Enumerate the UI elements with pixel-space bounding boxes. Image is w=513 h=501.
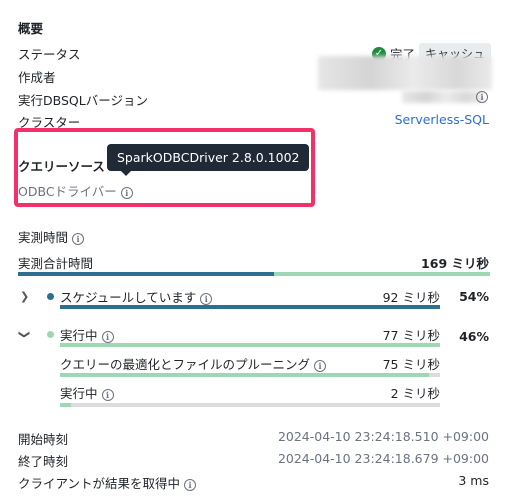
measured-time-heading: 実測時間 i [18,227,85,246]
info-icon[interactable]: i [101,330,114,343]
chevron-right-icon[interactable]: ❯ [20,290,29,303]
measured-time-label: 実測時間 [18,230,69,245]
executing-label: 実行中 [60,386,98,401]
total-time-value: 169 ミリ秒 [421,256,489,271]
running-label: 実行中 [60,328,98,343]
total-bar-scheduling [18,272,274,276]
section-title-overview: 概要 [18,21,44,36]
running-percent: 46% [459,329,489,344]
info-icon[interactable]: i [101,388,114,401]
total-bar-running [274,272,490,276]
scheduling-row: スケジュールしています i [60,287,213,306]
author-label: 作成者 [18,70,56,85]
status-label: ステータス [18,47,81,62]
chevron-down-icon[interactable]: ❯ [18,330,31,339]
scheduling-dot [47,293,54,300]
optimization-bar-track [60,373,440,377]
optimization-label: クエリーの最適化とファイルのプルーニング [60,357,311,372]
end-time-label: 終了時刻 [18,454,69,469]
running-value: 77 ミリ秒 [382,328,440,343]
running-dot [47,331,54,338]
info-icon[interactable]: i [120,186,133,199]
query-source-label: クエリーソース [18,159,105,174]
optimization-bar-fill [60,373,429,377]
client-fetch-label: クライアントが結果を取得中 [18,476,181,491]
client-fetch-value: 3 ms [458,473,489,488]
scheduling-bar-track [60,305,440,309]
info-icon[interactable]: i [200,292,213,305]
executing-bar-fill [60,403,72,407]
tooltip-arrow [120,170,132,176]
redacted-version [402,91,482,103]
optimization-row: クエリーの最適化とファイルのプルーニング i [60,354,327,373]
running-bar-track [60,343,440,347]
running-bar-fill [60,343,440,347]
dbsql-version-label: 実行DBSQLバージョン [18,93,148,108]
info-icon[interactable]: i [314,359,327,372]
start-time-label: 開始時刻 [18,432,69,447]
redacted-author [318,56,492,90]
scheduling-value: 92 ミリ秒 [382,290,440,305]
executing-row: 実行中 i [60,383,114,402]
scheduling-bar-fill [60,305,440,309]
scheduling-label: スケジュールしています [60,290,197,305]
end-time-value: 2024-04-10 23:24:18.679 +09:00 [277,451,489,466]
client-fetch-row: クライアントが結果を取得中 i [18,473,197,492]
odbc-driver-label: ODBCドライバー [18,184,117,199]
executing-bar-track [60,403,440,407]
cluster-link[interactable]: Serverless-SQL [395,112,489,127]
scheduling-percent: 54% [459,289,489,304]
info-icon[interactable]: i [72,232,85,245]
info-icon[interactable]: i [184,478,197,491]
total-time-label: 実測合計時間 [18,256,94,271]
info-icon[interactable]: i [476,91,488,103]
driver-tooltip: SparkODBCDriver 2.8.0.1002 [107,144,310,171]
running-row: 実行中 i [60,325,114,344]
start-time-value: 2024-04-10 23:24:18.510 +09:00 [277,429,489,444]
executing-value: 2 ミリ秒 [390,386,440,401]
odbc-driver-row: ODBCドライバー i [18,181,133,200]
optimization-value: 75 ミリ秒 [382,357,440,372]
